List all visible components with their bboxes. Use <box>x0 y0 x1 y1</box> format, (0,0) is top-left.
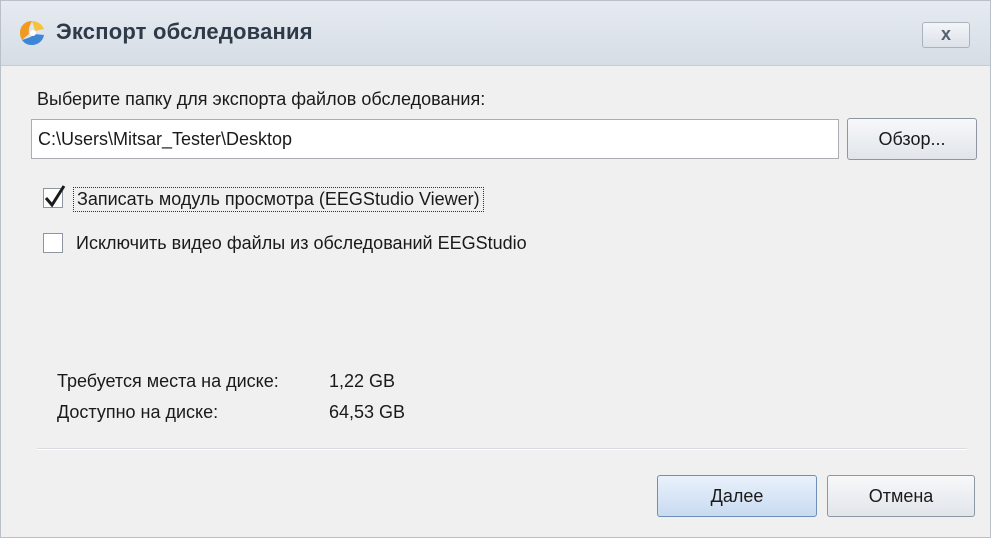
title-bar[interactable]: Экспорт обследования x <box>1 1 990 66</box>
dialog-title: Экспорт обследования <box>56 19 313 44</box>
exclude-video-checkbox[interactable] <box>43 233 63 253</box>
export-dialog: Экспорт обследования x Выберите папку дл… <box>0 0 991 538</box>
required-space-value: 1,22 GB <box>329 371 396 391</box>
write-viewer-checkbox[interactable] <box>43 185 66 208</box>
available-space-value: 64,53 GB <box>329 402 406 422</box>
folder-label: Выберите папку для экспорта файлов обсле… <box>37 89 486 109</box>
write-viewer-label[interactable]: Записать модуль просмотра (EEGStudio Vie… <box>73 187 484 212</box>
checkmark-icon <box>44 185 66 208</box>
separator <box>37 448 967 450</box>
cancel-button[interactable]: Отмена <box>827 475 975 517</box>
folder-path-input[interactable] <box>31 119 839 159</box>
close-button[interactable]: x <box>922 22 970 48</box>
required-space-label: Требуется места на диске: <box>57 371 279 391</box>
browse-button[interactable]: Обзор... <box>847 118 977 160</box>
exclude-video-label[interactable]: Исключить видео файлы из обследований EE… <box>73 232 530 255</box>
available-space-label: Доступно на диске: <box>57 402 219 422</box>
app-logo-icon <box>20 21 44 45</box>
next-button[interactable]: Далее <box>657 475 817 517</box>
